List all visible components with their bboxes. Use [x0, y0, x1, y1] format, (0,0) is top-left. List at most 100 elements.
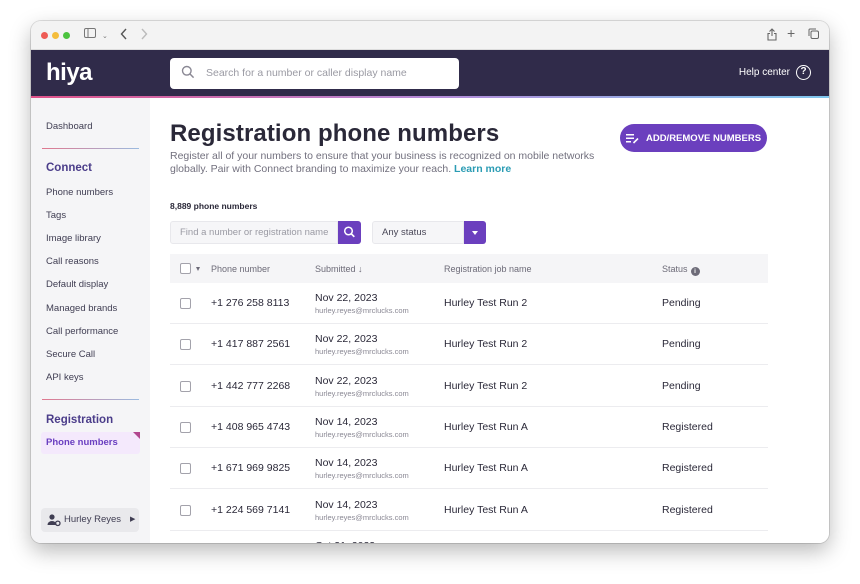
- submitted-date-cell: Nov 14, 2023: [315, 457, 378, 470]
- new-tab-icon[interactable]: +: [787, 26, 795, 40]
- table-row[interactable]: +1 224 569 7141 Nov 14, 2023 hurley.reyes@…: [170, 490, 768, 531]
- job-name-cell: Hurley Test Run A: [444, 420, 528, 433]
- sidebar-item-registration-phone-numbers[interactable]: Phone numbers: [41, 432, 140, 454]
- help-center-link[interactable]: Help center ?: [739, 65, 811, 80]
- chevron-down-icon[interactable]: ⌄: [102, 30, 108, 44]
- close-window-button[interactable]: [41, 32, 48, 39]
- row-checkbox[interactable]: [180, 380, 191, 392]
- description-text: Register all of your numbers to ensure t…: [170, 150, 595, 175]
- sidebar-item-api-keys[interactable]: API keys: [46, 372, 84, 383]
- select-all-checkbox[interactable]: [180, 263, 191, 274]
- table-row[interactable]: +1 276 258 8113 Nov 22, 2023 hurley.reyes@…: [170, 283, 768, 324]
- user-name: Hurley Reyes: [64, 514, 122, 525]
- submitted-date-cell: Nov 22, 2023: [315, 374, 378, 387]
- search-icon: [343, 226, 355, 238]
- submitted-date-cell: Nov 22, 2023: [315, 333, 378, 346]
- caret-right-icon: ▶: [130, 516, 136, 523]
- user-menu-button[interactable]: Hurley Reyes ▶: [41, 508, 139, 532]
- sidebar-item-tags[interactable]: Tags: [46, 210, 66, 221]
- sidebar-item-image-library[interactable]: Image library: [46, 233, 101, 244]
- minimize-window-button[interactable]: [52, 32, 59, 39]
- sidebar-item-phone-numbers[interactable]: Phone numbers: [46, 187, 113, 198]
- phone-number-cell: +1 442 777 2268: [211, 379, 291, 392]
- phone-number-cell: +1 224 569 7141: [211, 503, 291, 516]
- submitted-by-email: hurley.reyes@mrclucks.com: [315, 347, 409, 357]
- sidebar-active-label: Phone numbers: [46, 437, 118, 448]
- job-name-cell: Hurley Test Run A: [444, 462, 528, 475]
- status-filter-dropdown-button[interactable]: [464, 221, 486, 244]
- sidebar-item-managed-brands[interactable]: Managed brands: [46, 303, 117, 314]
- status-header-label: Status: [662, 264, 688, 274]
- submitted-by-email: hurley.reyes@mrclucks.com: [315, 306, 409, 315]
- sidebar-item-call-performance[interactable]: Call performance: [46, 326, 118, 337]
- submitted-by-email: hurley.reyes@mrclucks.com: [315, 388, 409, 398]
- table-row[interactable]: +1 408 965 4743 Nov 14, 2023 hurley.reyes@…: [170, 407, 768, 448]
- hiya-logo[interactable]: hiya: [46, 59, 93, 87]
- job-name-cell: Hurley Test Run 2: [444, 297, 528, 309]
- learn-more-link[interactable]: Learn more: [454, 163, 511, 175]
- table-header: Phone number Submitted ↓ Registration jo…: [170, 254, 768, 283]
- playlist-edit-icon: [625, 133, 639, 144]
- sidebar-toggle-icon[interactable]: [84, 28, 96, 42]
- submitted-date-cell: Nov 14, 2023: [315, 415, 378, 428]
- column-header-status[interactable]: Status i: [662, 264, 700, 276]
- submitted-by-email: hurley.reyes@mrclucks.com: [315, 429, 409, 439]
- sidebar-divider: [42, 148, 139, 149]
- table-row[interactable]: +1 442 777 2268 Nov 22, 2023 hurley.reyes@…: [170, 366, 768, 407]
- browser-toolbar: ⌄ +: [31, 21, 829, 50]
- column-header-job-name[interactable]: Registration job name: [444, 264, 532, 274]
- column-header-submitted[interactable]: Submitted ↓: [315, 264, 363, 274]
- status-cell: Registered: [662, 503, 713, 516]
- column-header-phone[interactable]: Phone number: [211, 264, 270, 274]
- search-placeholder: Search for a number or caller display na…: [206, 67, 407, 79]
- add-remove-numbers-button[interactable]: ADD/REMOVE NUMBERS: [620, 124, 767, 152]
- table-row[interactable]: Oct 31, 2023: [170, 531, 768, 543]
- phone-number-cell: +1 671 969 9825: [211, 462, 291, 475]
- page-description: Register all of your numbers to ensure t…: [170, 150, 600, 176]
- table-row[interactable]: +1 671 969 9825 Nov 14, 2023 hurley.reyes@…: [170, 448, 768, 490]
- sidebar-item-call-reasons[interactable]: Call reasons: [46, 256, 99, 267]
- sidebar-item-default-display[interactable]: Default display: [46, 279, 108, 290]
- status-cell: Pending: [662, 297, 701, 309]
- status-cell: Pending: [662, 379, 701, 392]
- status-filter-value: Any status: [382, 227, 427, 238]
- table-row[interactable]: +1 417 887 2561 Nov 22, 2023 hurley.reyes@…: [170, 324, 768, 366]
- row-checkbox[interactable]: [180, 339, 191, 351]
- status-filter-select[interactable]: Any status: [372, 221, 464, 244]
- top-navigation-bar: hiya Search for a number or caller displ…: [31, 50, 829, 96]
- row-checkbox[interactable]: [180, 504, 191, 516]
- row-checkbox[interactable]: [180, 421, 191, 433]
- phone-number-cell: +1 408 965 4743: [211, 420, 291, 433]
- info-icon[interactable]: i: [690, 267, 700, 276]
- page-title: Registration phone numbers: [170, 120, 500, 147]
- back-icon[interactable]: [120, 28, 128, 44]
- phone-number-count: 8,889 phone numbers: [170, 201, 258, 211]
- sidebar-item-secure-call[interactable]: Secure Call: [46, 349, 95, 360]
- zoom-window-button[interactable]: [63, 32, 70, 39]
- sidebar-section-registration: Registration: [46, 414, 114, 426]
- sidebar-item-dashboard[interactable]: Dashboard: [46, 121, 92, 132]
- phone-number-cell: +1 276 258 8113: [211, 297, 290, 309]
- submitted-date-cell: Nov 14, 2023: [315, 498, 378, 511]
- sidebar: Dashboard Connect Phone numbers Tags Ima…: [31, 98, 150, 543]
- number-filter-input[interactable]: Find a number or registration name: [170, 221, 338, 244]
- forward-icon[interactable]: [140, 28, 148, 44]
- submitted-by-email: hurley.reyes@mrclucks.com: [315, 471, 409, 481]
- submitted-date-cell: Oct 31, 2023: [315, 540, 375, 543]
- select-options-caret-icon[interactable]: [196, 267, 200, 271]
- status-cell: Pending: [662, 338, 701, 351]
- row-checkbox[interactable]: [180, 298, 191, 309]
- job-name-cell: Hurley Test Run A: [444, 503, 528, 516]
- filter-placeholder: Find a number or registration name: [180, 227, 329, 238]
- search-icon: [181, 65, 195, 79]
- help-icon: ?: [796, 65, 811, 80]
- global-search-input[interactable]: Search for a number or caller display na…: [170, 58, 459, 89]
- row-checkbox[interactable]: [180, 463, 191, 475]
- user-settings-icon: [47, 514, 61, 527]
- sidebar-divider: [42, 399, 139, 400]
- share-icon[interactable]: [767, 28, 777, 45]
- phone-number-cell: +1 417 887 2561: [211, 338, 291, 351]
- submitted-date-cell: Nov 22, 2023: [315, 292, 378, 304]
- tabs-overview-icon[interactable]: [808, 28, 819, 43]
- filter-search-button[interactable]: [338, 221, 361, 244]
